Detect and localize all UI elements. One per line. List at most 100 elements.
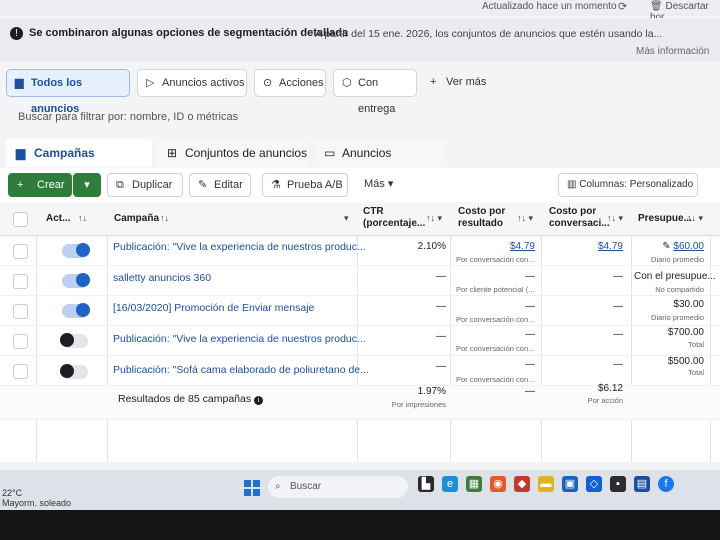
facebook-icon[interactable]: f <box>658 476 674 492</box>
folder-icon[interactable]: ▬ <box>538 476 554 492</box>
select-all-checkbox[interactable] <box>13 212 28 227</box>
tab-ads[interactable]: ▭ Anuncios <box>314 139 446 167</box>
weather-widget[interactable]: 22°C Mayorm. soleado <box>2 488 71 508</box>
column-menu-icon[interactable]: ▾ <box>344 213 349 224</box>
sort-icon[interactable]: ↑↓ ▾ <box>517 213 533 224</box>
budget-value[interactable]: $30.00 <box>634 299 704 310</box>
tab-active-ads[interactable]: ▷ Anuncios activos <box>137 69 247 97</box>
top-status-strip: Actualizado hace un momento ⟳ 🗑 Descarta… <box>0 0 720 23</box>
row-checkbox[interactable] <box>13 334 28 349</box>
duplicate-button[interactable]: ⧉ Duplicar <box>107 173 183 197</box>
header-cost-per-conversation[interactable]: Costo por conversaci... <box>549 206 610 230</box>
more-info-link[interactable]: Más información <box>636 46 709 57</box>
cost-result-value: — <box>525 271 535 282</box>
sort-icon[interactable]: ↑↓ ▾ <box>426 213 442 224</box>
header-budget[interactable]: Presupue... <box>638 213 692 225</box>
store-icon[interactable]: ▣ <box>562 476 578 492</box>
ab-test-button[interactable]: ⚗ Prueba A/B <box>262 173 348 197</box>
see-more-button[interactable]: + Ver más <box>422 69 488 97</box>
tab-label: Ver más <box>446 76 487 88</box>
row-checkbox[interactable] <box>13 304 28 319</box>
edge-icon[interactable]: e <box>442 476 458 492</box>
action-icon: ⊙ <box>263 77 273 89</box>
campaign-toggle[interactable] <box>62 273 90 288</box>
tab-actions[interactable]: ⊙ Acciones <box>254 69 326 97</box>
campaign-name-link[interactable]: Publicación: "Sofá cama elaborado de pol… <box>113 364 369 376</box>
cost-result-value: — <box>525 329 535 340</box>
app-icon[interactable]: ◉ <box>490 476 506 492</box>
header-ctr[interactable]: CTR (porcentaje... <box>363 206 425 230</box>
more-actions-button[interactable]: Más ▾ <box>358 173 402 197</box>
row-checkbox[interactable] <box>13 364 28 379</box>
app-icon[interactable]: ▪ <box>610 476 626 492</box>
budget-value[interactable]: $500.00 <box>634 356 704 367</box>
cost-conv-value: — <box>613 271 623 282</box>
row-checkbox[interactable] <box>13 274 28 289</box>
taskbar-search[interactable]: ⌕ Buscar <box>268 476 408 498</box>
cost-result-value[interactable]: $4.79 <box>452 241 535 252</box>
chevron-down-icon: ▾ <box>84 179 90 191</box>
header-campaign[interactable]: Campaña <box>114 213 159 225</box>
tab-ad-sets[interactable]: ⊞ Conjuntos de anuncios <box>157 139 309 167</box>
info-icon[interactable]: i <box>254 396 264 405</box>
budget-value[interactable]: ✎ $60.00 <box>634 241 704 252</box>
campaign-name-link[interactable]: salletty anuncios 360 <box>113 272 211 284</box>
create-dropdown-button[interactable]: ▾ <box>73 173 101 197</box>
cost-conv-value[interactable]: $4.79 <box>543 241 623 252</box>
toggle-knob <box>76 303 90 317</box>
table-row[interactable]: Publicación: "Vive la experiencia de nue… <box>0 236 720 266</box>
budget-value[interactable]: $700.00 <box>634 327 704 338</box>
sort-icon[interactable]: ↑↓ ▾ <box>687 213 703 224</box>
cost-result-value: — <box>525 359 535 370</box>
table-row[interactable]: salletty anuncios 360 — — Por cliente po… <box>0 266 720 296</box>
app-icon[interactable]: ▤ <box>634 476 650 492</box>
header-cost-per-result[interactable]: Costo por resultado <box>458 206 512 230</box>
edit-button[interactable]: ✎ Editar <box>189 173 251 197</box>
search-input[interactable]: Buscar para filtrar por: nombre, ID o mé… <box>8 104 712 130</box>
table-row[interactable]: Publicación: "Sofá cama elaborado de pol… <box>0 356 720 386</box>
create-button[interactable]: + Crear <box>8 173 72 197</box>
table-row[interactable]: [16/03/2020] Promoción de Enviar mensaje… <box>0 296 720 326</box>
ctr-value: — <box>436 271 446 282</box>
sort-icon[interactable]: ↑↓ <box>160 213 169 223</box>
task-view-icon[interactable]: ▙ <box>418 476 434 492</box>
tab-campaigns[interactable]: ▆ Campañas <box>6 139 152 167</box>
budget-caption: Total <box>688 340 704 349</box>
ad-icon: ▭ <box>324 146 336 160</box>
logo-pane <box>244 480 251 487</box>
toggle-knob <box>60 364 74 378</box>
campaign-name-link[interactable]: [16/03/2020] Promoción de Enviar mensaje <box>113 302 314 314</box>
folder-icon: ▆ <box>15 77 24 89</box>
spreadsheet-icon[interactable]: ▦ <box>466 476 482 492</box>
row-checkbox[interactable] <box>13 244 28 259</box>
search-label: Buscar <box>290 481 322 492</box>
dropbox-icon[interactable]: ◇ <box>586 476 602 492</box>
campaign-toggle[interactable] <box>60 333 88 348</box>
sort-icon[interactable]: ↑↓ <box>78 213 87 223</box>
summary-ctr: 1.97% <box>417 386 446 397</box>
tab-with-delivery[interactable]: ⬡ Con entrega <box>333 69 417 115</box>
cost-conv-value: — <box>613 359 623 370</box>
tab-label: Acciones <box>279 77 324 89</box>
table-row[interactable]: Publicación: "Vive la experiencia de nue… <box>0 326 720 356</box>
cost-conv-value: — <box>613 301 623 312</box>
windows-start-icon[interactable] <box>244 480 260 496</box>
campaign-toggle[interactable] <box>62 243 90 258</box>
columns-dropdown[interactable]: ▥ Columnas: Personalizado ▾ <box>558 173 698 212</box>
campaign-name-link[interactable]: Publicación: "Vive la experiencia de nue… <box>113 241 366 253</box>
summary-text: Resultados de 85 campañas <box>118 393 252 405</box>
header-active[interactable]: Act... <box>46 213 70 225</box>
campaign-toggle[interactable] <box>62 303 90 318</box>
flask-icon: ⚗ <box>271 179 281 191</box>
cost-result-caption: Por conversación con... <box>456 344 535 353</box>
sort-icon[interactable]: ↑↓ ▾ <box>607 213 623 224</box>
refresh-icon[interactable]: ⟳ <box>618 0 627 13</box>
logo-pane <box>253 480 260 487</box>
shield-icon[interactable]: ◆ <box>514 476 530 492</box>
edit-budget-icon: ✎ <box>662 241 671 252</box>
campaign-toggle[interactable] <box>60 364 88 379</box>
ab-test-label: Prueba A/B <box>287 179 343 191</box>
tab-all-ads[interactable]: ▆ Todos los anuncios <box>6 69 130 115</box>
filter-tabs: ▆ Todos los anuncios ▷ Anuncios activos … <box>0 66 720 115</box>
campaign-name-link[interactable]: Publicación: "Vive la experiencia de nue… <box>113 333 366 345</box>
